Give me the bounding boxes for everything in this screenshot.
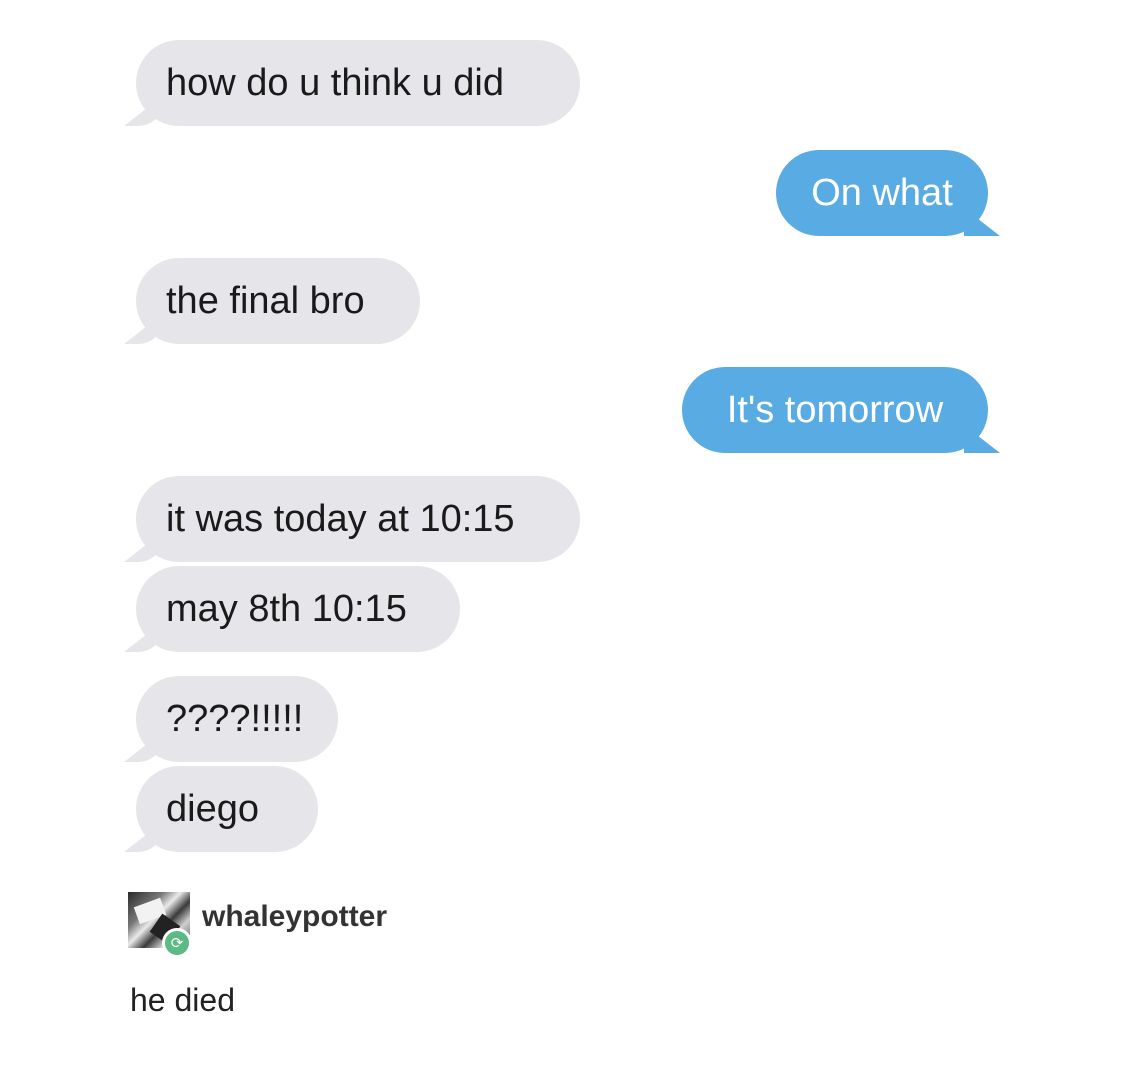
message-bubble-incoming: how do u think u did — [136, 40, 580, 126]
reblog-icon: ⟳ — [162, 928, 192, 958]
message-bubble-incoming: may 8th 10:15 — [136, 566, 460, 652]
post-caption: he died — [130, 982, 235, 1018]
message-bubble-incoming: ????!!!!! — [136, 676, 338, 762]
message-bubble-incoming: the final bro — [136, 258, 420, 344]
message-bubble-incoming: it was today at 10:15 — [136, 476, 580, 562]
reblog-header: ⟳ whaleypotter — [128, 890, 528, 958]
message-bubble-outgoing: On what — [776, 150, 988, 236]
message-bubble-incoming: diego — [136, 766, 318, 852]
message-bubble-outgoing: It's tomorrow — [682, 367, 988, 453]
username-link[interactable]: whaleypotter — [202, 900, 387, 934]
